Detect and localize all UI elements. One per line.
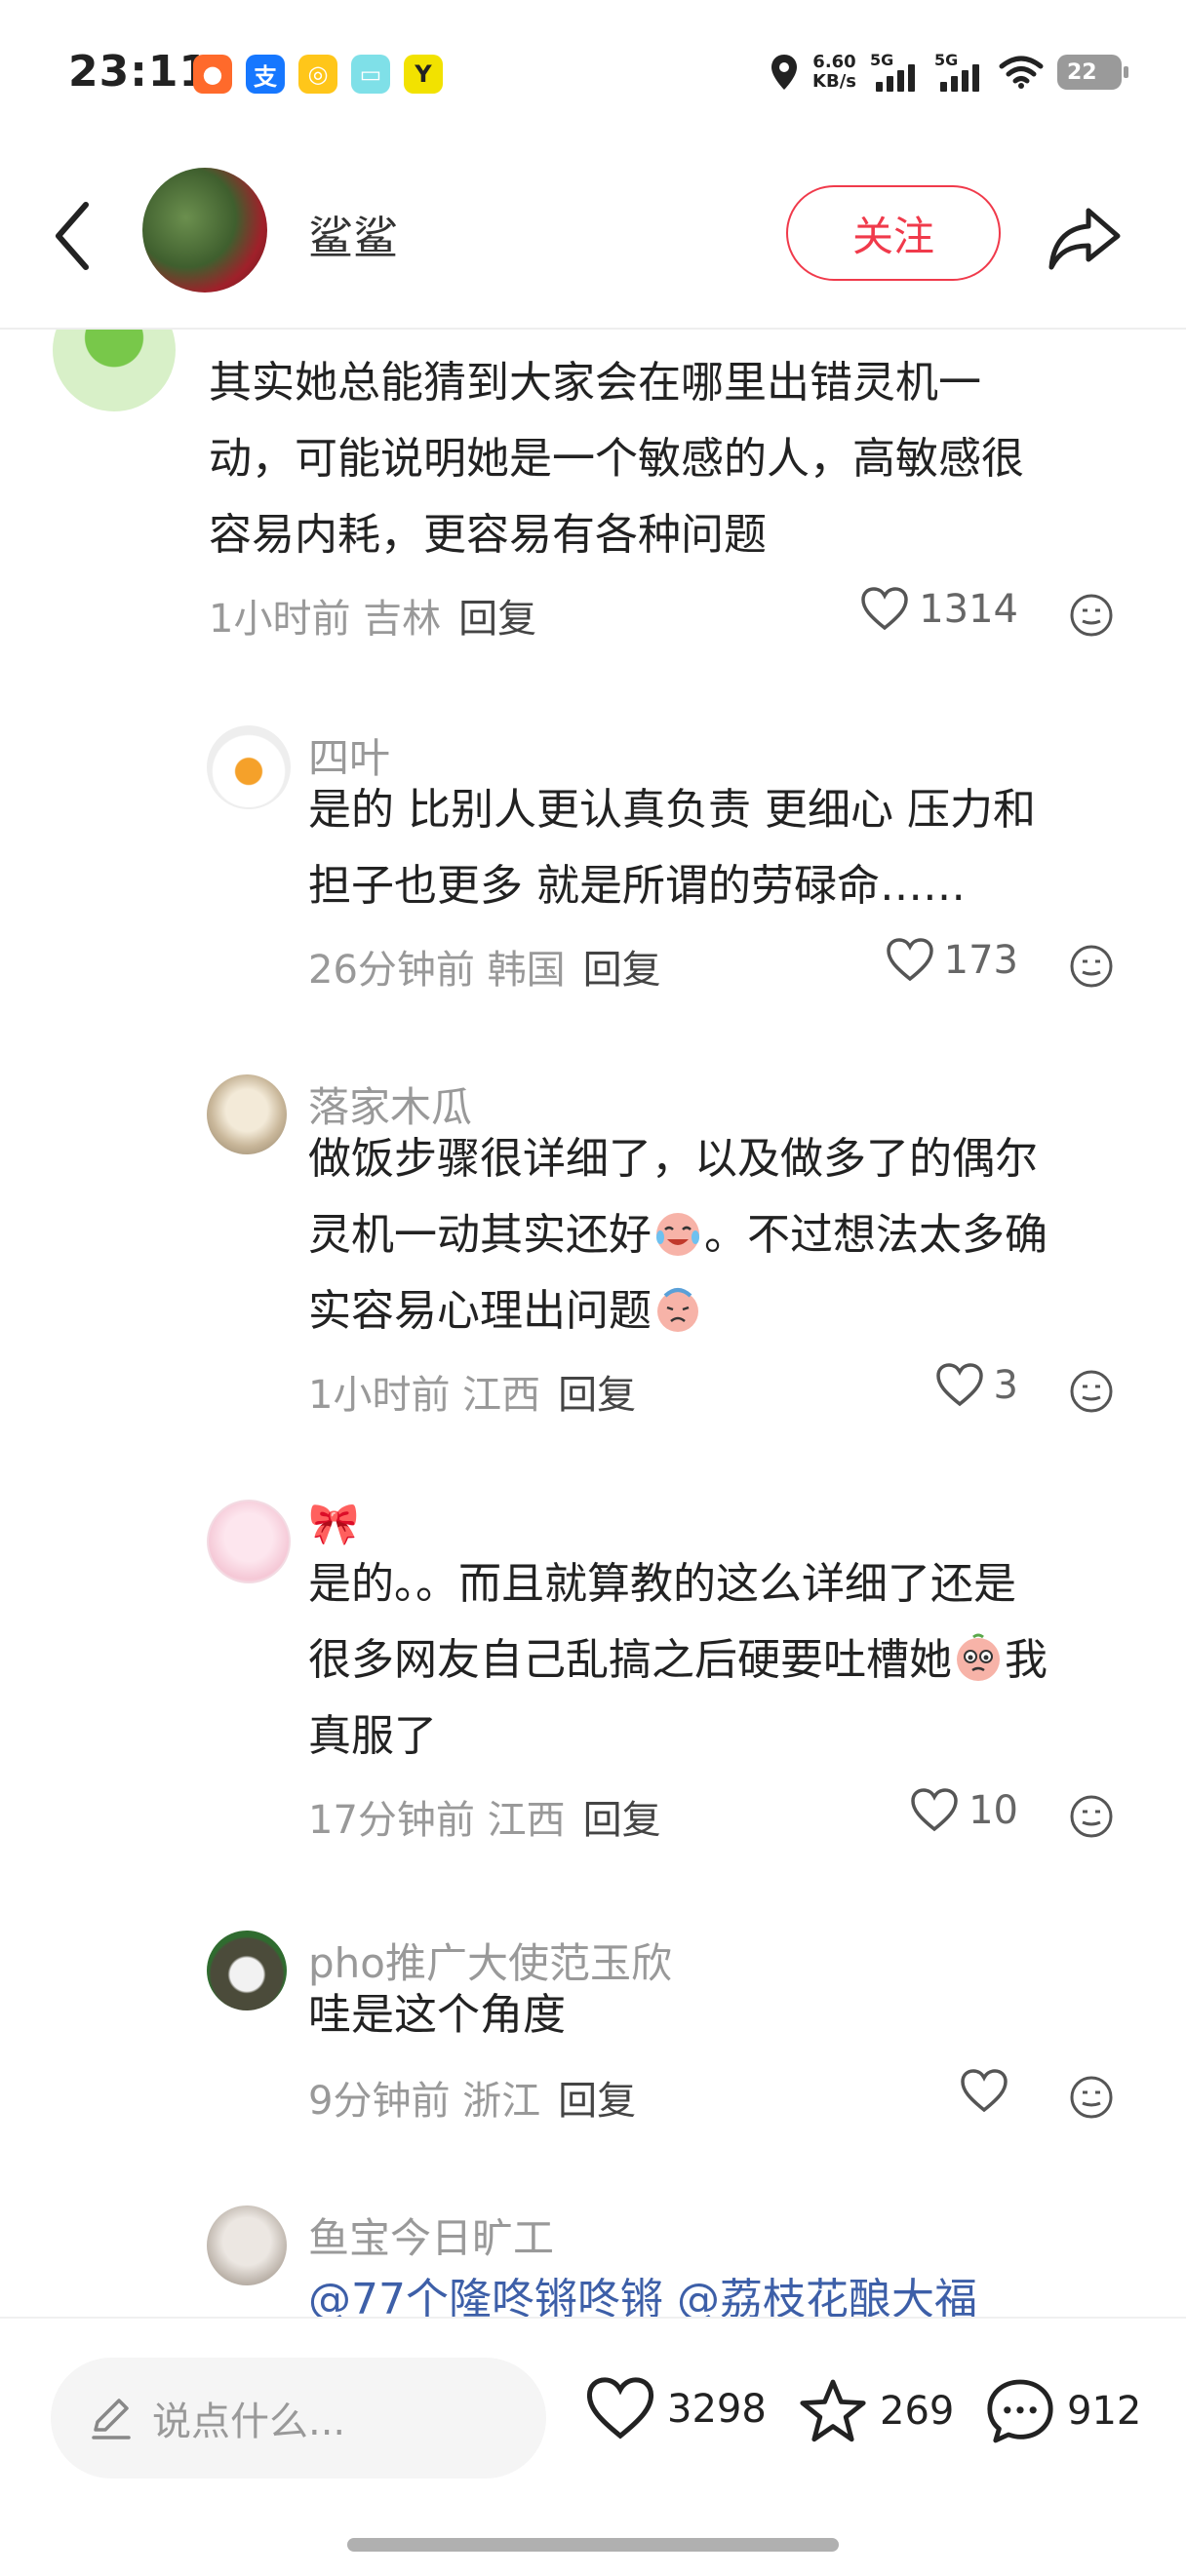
- commenter-avatar[interactable]: [207, 2205, 287, 2285]
- tearful-emoji-icon: [957, 1633, 1000, 1681]
- transport-icon: Y: [404, 55, 443, 94]
- comment-like-button[interactable]: 173: [886, 938, 1018, 983]
- heart-icon: [886, 938, 933, 982]
- reply-button[interactable]: 回复: [458, 597, 536, 642]
- post-favorite-count: 269: [880, 2389, 955, 2434]
- star-icon: [800, 2379, 866, 2442]
- comment-time-location: 17分钟前 江西: [308, 1798, 566, 1843]
- signal-bars-icon: [940, 64, 979, 92]
- comment-bubble-icon: [987, 2379, 1053, 2443]
- comment-text[interactable]: 是的。。而且就算教的这么详细了还是 很多网友自己乱搞之后硬要吐槽她我 真服了: [308, 1546, 1157, 1775]
- comment-time-location: 1小时前 江西: [308, 1373, 541, 1418]
- post-comment-count: 912: [1067, 2389, 1142, 2434]
- alipay-icon: 支: [246, 55, 285, 94]
- commenter-avatar[interactable]: [207, 1500, 291, 1583]
- commenter-name[interactable]: 鱼宝今日旷工: [308, 2205, 554, 2265]
- network-speed: 6.60 KB/s: [812, 53, 856, 92]
- follow-button[interactable]: 关注: [786, 185, 1001, 281]
- emoji-reaction-icon[interactable]: [1069, 1369, 1114, 1414]
- commenter-avatar[interactable]: [53, 328, 176, 411]
- comment-time-location: 9分钟前 浙江: [308, 2079, 541, 2124]
- notification-app-icons: ● 支 ◎ ▭ Y: [193, 55, 443, 94]
- xianyu-icon: ◎: [298, 55, 337, 94]
- like-count: 3: [993, 1363, 1018, 1408]
- taobao-icon: ●: [193, 55, 232, 94]
- wifi-icon: [999, 56, 1044, 89]
- comment-time-location: 1小时前 吉林: [209, 597, 442, 642]
- signal-bars-icon: [876, 64, 915, 92]
- comments-list: momo 其实她总能猜到大家会在哪里出错灵机一 动，可能说明她是一个敏感的人，高…: [0, 328, 1186, 2317]
- commenter-name[interactable]: 🎀: [308, 1500, 359, 1548]
- comment-input[interactable]: 说点什么...: [51, 2358, 546, 2478]
- signal-5g-1: 5G: [870, 51, 921, 94]
- comment-text[interactable]: 其实她总能猜到大家会在哪里出错灵机一 动，可能说明她是一个敏感的人，高敏感很 容…: [209, 345, 1024, 573]
- chat-bubble-icon: ▭: [351, 55, 390, 94]
- commenter-avatar[interactable]: [207, 1074, 287, 1154]
- like-count: 173: [943, 938, 1018, 983]
- reply-button[interactable]: 回复: [583, 948, 661, 993]
- like-count: 10: [969, 1788, 1018, 1833]
- comment-text[interactable]: 做饭步骤很详细了，以及做多了的偶尔 灵机一动其实还好 。不过想法太多确 实容易心理…: [308, 1121, 1147, 1349]
- signal-5g-2: 5G: [934, 51, 985, 94]
- comment-text[interactable]: 哇是这个角度: [308, 1977, 566, 2053]
- author-name[interactable]: 鲨鲨: [308, 203, 398, 267]
- status-right: 6.60 KB/s 5G 5G 22: [770, 51, 1128, 94]
- share-icon[interactable]: [1046, 199, 1124, 277]
- crying-laughing-emoji-icon: [656, 1213, 699, 1256]
- like-count: 1314: [919, 587, 1018, 632]
- comment-like-button[interactable]: 1314: [860, 587, 1018, 632]
- comment-time-location: 26分钟前 韩国: [308, 948, 566, 993]
- emoji-reaction-icon[interactable]: [1069, 2075, 1114, 2120]
- location-icon: [771, 55, 798, 90]
- reply-button[interactable]: 回复: [583, 1798, 661, 1843]
- emoji-reaction-icon[interactable]: [1069, 1794, 1114, 1839]
- comment-like-button[interactable]: 10: [910, 1788, 1018, 1833]
- comment-mention-text[interactable]: @77个隆咚锵咚锵 @荔枝花酿大福: [308, 2262, 977, 2317]
- heart-icon: [961, 2069, 1008, 2113]
- comment-input-placeholder: 说点什么...: [152, 2400, 346, 2444]
- comment-meta: 1小时前 吉林 回复: [209, 587, 536, 644]
- comment-meta: 1小时前 江西 回复: [308, 1363, 636, 1420]
- author-avatar[interactable]: [142, 168, 267, 293]
- network-speed-unit: KB/s: [812, 71, 856, 92]
- status-bar: 23:11 ● 支 ◎ ▭ Y 6.60 KB/s 5G 5G 22: [0, 0, 1186, 146]
- post-favorite-button[interactable]: 269: [798, 2377, 954, 2445]
- battery-indicator: 22: [1057, 55, 1128, 90]
- heart-icon: [935, 1363, 983, 1407]
- comment-meta: 9分钟前 浙江 回复: [308, 2069, 636, 2126]
- bottom-action-bar: 说点什么... 3298 269 912: [0, 2317, 1186, 2576]
- post-like-count: 3298: [667, 2387, 767, 2432]
- status-time: 23:11: [68, 47, 211, 97]
- comment-meta: 26分钟前 韩国 回复: [308, 938, 661, 995]
- profile-header: 鲨鲨 关注: [0, 146, 1186, 330]
- comment-meta: 17分钟前 江西 回复: [308, 1788, 661, 1845]
- comment-like-button[interactable]: [960, 2069, 1018, 2114]
- reply-button[interactable]: 回复: [558, 2079, 636, 2124]
- network-speed-value: 6.60: [812, 52, 856, 72]
- reply-button[interactable]: 回复: [558, 1373, 636, 1418]
- commenter-avatar[interactable]: [207, 725, 291, 809]
- post-comment-button[interactable]: 912: [985, 2377, 1141, 2445]
- emoji-reaction-icon[interactable]: [1069, 944, 1114, 989]
- distressed-emoji-icon: [657, 1288, 698, 1332]
- emoji-reaction-icon[interactable]: [1069, 593, 1114, 638]
- comment-text-part: 是的。。而且就算教的这么详细了还是 很多网友自己乱搞之后硬要吐槽她: [308, 1559, 1016, 1685]
- post-like-button[interactable]: 3298: [585, 2377, 767, 2441]
- comment-like-button[interactable]: 3: [935, 1363, 1018, 1408]
- home-indicator[interactable]: [347, 2538, 839, 2552]
- back-arrow-icon[interactable]: [49, 197, 98, 275]
- heart-icon: [586, 2377, 654, 2439]
- commenter-avatar[interactable]: [207, 1931, 287, 2010]
- heart-icon: [911, 1788, 958, 1832]
- heart-icon: [861, 587, 908, 631]
- comment-text[interactable]: 是的 比别人更认真负责 更细心 压力和 担子也更多 就是所谓的劳碌命……: [308, 772, 1036, 924]
- pencil-icon: [92, 2399, 131, 2439]
